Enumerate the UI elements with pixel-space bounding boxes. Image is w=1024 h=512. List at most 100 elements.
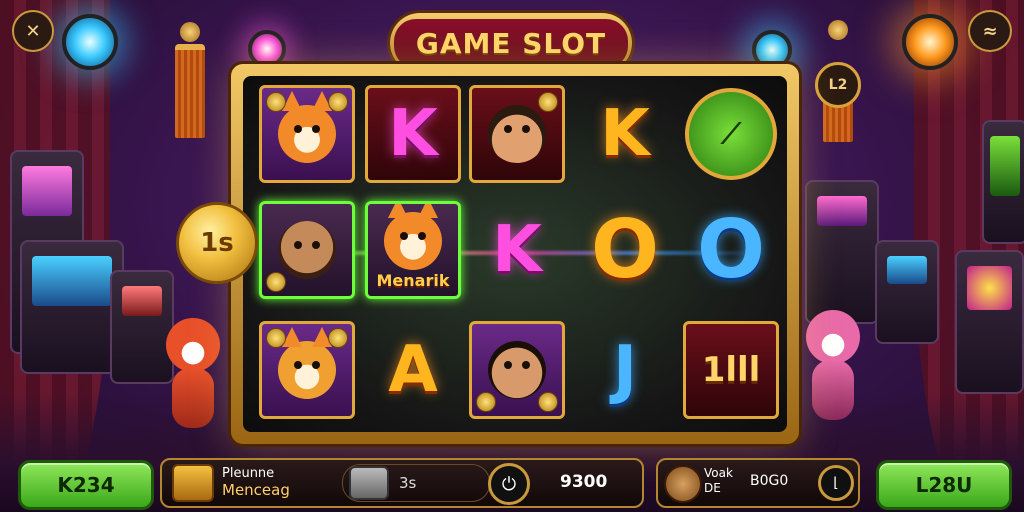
player-line1: Pleunne — [222, 466, 275, 481]
fox-symbol-tile — [259, 85, 355, 183]
treasure-chest-icon — [172, 464, 214, 502]
spotlight-icon — [248, 30, 286, 68]
reward-line2: DE — [704, 481, 721, 495]
left-bet-button[interactable]: K234 — [18, 460, 154, 510]
reel-symbol: J — [577, 322, 673, 418]
menarik-banner: Menarik — [376, 271, 450, 290]
letter-o: O — [590, 203, 659, 296]
reel-symbol — [259, 201, 355, 299]
balance-value: 9300 — [560, 472, 608, 492]
letter-k: K — [492, 213, 542, 287]
reward-button[interactable] — [664, 465, 702, 503]
bottom-info-bar: Voak DE B0G0 ⌊ — [656, 458, 860, 508]
coin-icon — [266, 272, 286, 292]
arcade-machine — [982, 120, 1024, 244]
auto-spin-control[interactable]: 3s — [342, 464, 490, 502]
reel-symbol: K — [365, 85, 461, 183]
tassel-decoration — [175, 44, 205, 138]
side-coin-label: 1s — [200, 228, 234, 258]
coin-icon — [328, 328, 348, 348]
arcade-screen — [22, 166, 72, 216]
spotlight-icon — [902, 14, 958, 70]
letter-k: K — [388, 97, 438, 171]
menarik-symbol-tile: Menarik — [365, 201, 461, 299]
reel-symbol: K — [469, 202, 565, 298]
settings-menu-icon: ≈ — [982, 20, 998, 42]
block-symbol-tile: 1lll — [683, 321, 779, 419]
letter-k-tile: K — [365, 85, 461, 183]
reel-symbol: Menarik — [365, 201, 461, 299]
arcade-machine — [955, 250, 1024, 394]
close-x-icon: ✕ — [25, 20, 41, 42]
letter-o: O — [696, 203, 765, 296]
game-title: GAME SLOT — [393, 18, 629, 68]
reel-symbol — [469, 85, 565, 183]
reward-line1: Voak — [704, 466, 733, 480]
letter-j: J — [613, 333, 637, 407]
coin-icon — [266, 328, 286, 348]
reel-frame: K K ⟋ Menarik K O O A J 1lll — [231, 64, 799, 444]
reward-value: B0G0 — [750, 473, 788, 489]
tiger-face-icon — [278, 327, 336, 399]
arcade-machine — [805, 180, 879, 324]
corner-icon: ⌊ — [818, 465, 854, 501]
girl-face-icon — [278, 221, 336, 279]
detective-symbol-tile — [469, 85, 565, 183]
coin-icon — [538, 392, 558, 412]
spotlight-icon — [62, 14, 118, 70]
player-info: Pleunne Menceag — [222, 466, 290, 498]
boy-face-icon — [488, 341, 546, 399]
reel-symbol: 1lll — [683, 321, 779, 419]
arcade-screen — [122, 286, 162, 316]
arcade-machine — [20, 240, 124, 374]
power-icon: ⏻ — [488, 463, 530, 505]
reel-symbol — [259, 85, 355, 183]
reward-info: Voak DE — [704, 466, 733, 496]
tassel-knob — [180, 22, 200, 42]
balance-display: 9300 — [560, 472, 607, 492]
reel-symbol: A — [365, 322, 461, 418]
fox-face-icon — [278, 91, 336, 163]
reel-area: K K ⟋ Menarik K O O A J 1lll — [243, 76, 787, 432]
chest-button[interactable] — [172, 464, 214, 502]
coin-icon — [476, 392, 496, 412]
detective-face-icon — [488, 105, 546, 163]
coin-icon — [266, 92, 286, 112]
reel-symbol: ⟋ — [683, 86, 779, 182]
coin-icon — [328, 92, 348, 112]
letter-k: K — [600, 97, 650, 171]
tiger-symbol-tile — [259, 321, 355, 419]
reward-icon — [664, 465, 702, 503]
left-bet-label: K234 — [57, 473, 115, 497]
reel-symbol: O — [577, 202, 673, 298]
boy-symbol-tile — [469, 321, 565, 419]
side-coin[interactable]: 1s — [176, 202, 258, 284]
reel-symbol — [259, 321, 355, 419]
fox-face-icon — [384, 204, 442, 270]
reward-value-text: B0G0 — [750, 473, 789, 489]
menu-button[interactable]: ≈ — [968, 10, 1012, 52]
close-button[interactable]: ✕ — [12, 10, 54, 52]
spin-button[interactable]: ⏻ — [488, 463, 530, 505]
level-badge-text: L2 — [828, 77, 848, 93]
bottom-control-bar: Pleunne Menceag 3s ⏻ 9300 — [160, 458, 644, 508]
letter-a: A — [388, 333, 438, 407]
reel-symbol: K — [577, 86, 673, 182]
red-fox-mascot — [158, 318, 228, 438]
girl-symbol-tile — [259, 201, 355, 299]
right-bet-label: L28U — [915, 473, 973, 497]
auto-spin-value: 3s — [399, 474, 417, 492]
reel-symbol: O — [683, 202, 779, 298]
mascot-head — [166, 318, 220, 372]
block-label: 1lll — [701, 350, 761, 390]
player-line2: Menceag — [222, 481, 290, 499]
clock-icon: ⟋ — [685, 88, 777, 180]
right-bet-button[interactable]: L28U — [876, 460, 1012, 510]
arcade-screen — [990, 136, 1020, 196]
pink-cat-mascot — [798, 310, 868, 430]
stack-icon — [349, 466, 389, 500]
info-button[interactable]: ⌊ — [818, 465, 854, 501]
arcade-screen — [887, 256, 927, 284]
level-badge[interactable]: L2 — [815, 62, 861, 108]
reel-symbol — [469, 321, 565, 419]
